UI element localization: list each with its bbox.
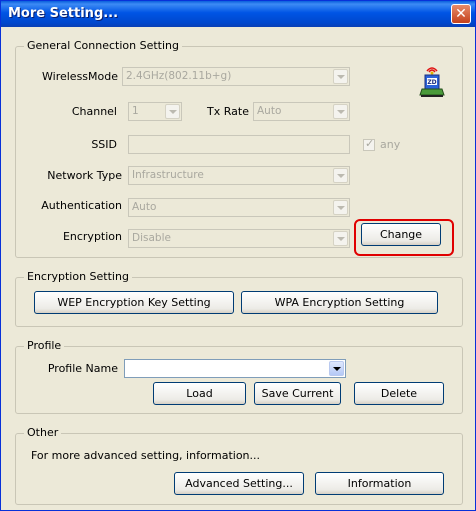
load-button[interactable]: Load [153,382,246,405]
profile-name-select[interactable] [124,359,346,378]
network-type-value: Infrastructure [132,169,204,181]
wireless-adapter-icon: ZD [419,67,445,97]
authentication-select[interactable]: Auto [128,198,350,217]
encryption-label: Encryption [62,230,122,243]
wep-encryption-key-setting-button[interactable]: WEP Encryption Key Setting [34,291,234,314]
channel-select[interactable]: 1 [128,102,182,121]
channel-label: Channel [71,105,117,118]
tx-rate-label: Tx Rate [207,105,249,118]
channel-value: 1 [132,105,139,117]
other-group-label: Other [24,426,62,439]
other-description: For more advanced setting, information..… [31,449,261,462]
more-setting-dialog: More Setting... ✕ General Connection Set… [0,0,476,511]
tx-rate-select[interactable]: Auto [253,102,350,121]
encryption-setting-group-label: Encryption Setting [24,270,132,283]
chevron-down-icon [333,168,348,183]
close-icon: ✕ [455,6,467,22]
svg-text:ZD: ZD [427,79,436,86]
wireless-mode-value: 2.4GHz(802.11b+g) [126,70,232,82]
authentication-label: Authentication [41,199,122,212]
chevron-down-icon [165,104,180,119]
ssid-input[interactable] [128,135,350,154]
network-type-select[interactable]: Infrastructure [128,166,350,185]
network-type-label: Network Type [47,169,122,182]
wireless-mode-label: WirelessMode [42,70,118,83]
window-title: More Setting... [8,6,119,21]
ssid-any-label: any [380,138,401,151]
change-button[interactable]: Change [361,223,441,246]
encryption-value: Disable [132,232,171,244]
ssid-label: SSID [91,138,117,151]
wireless-mode-select[interactable]: 2.4GHz(802.11b+g) [122,67,350,86]
ssid-any-checkbox[interactable] [363,137,375,151]
save-current-button[interactable]: Save Current [254,382,341,405]
general-connection-group-label: General Connection Setting [24,39,182,52]
authentication-value: Auto [132,201,157,213]
chevron-down-icon [333,200,348,215]
profile-name-label: Profile Name [47,362,118,375]
title-bar[interactable]: More Setting... ✕ [1,1,475,27]
chevron-down-icon [333,69,348,84]
chevron-down-icon [333,231,348,246]
chevron-down-icon [333,104,348,119]
encryption-select[interactable]: Disable [128,229,350,248]
information-button[interactable]: Information [315,472,444,495]
close-button[interactable]: ✕ [451,4,471,24]
profile-group-label: Profile [24,339,65,352]
delete-button[interactable]: Delete [354,382,444,405]
tx-rate-value: Auto [257,105,282,117]
wpa-encryption-setting-button[interactable]: WPA Encryption Setting [241,291,438,314]
advanced-setting-button[interactable]: Advanced Setting... [174,472,304,495]
chevron-down-icon [329,361,344,376]
